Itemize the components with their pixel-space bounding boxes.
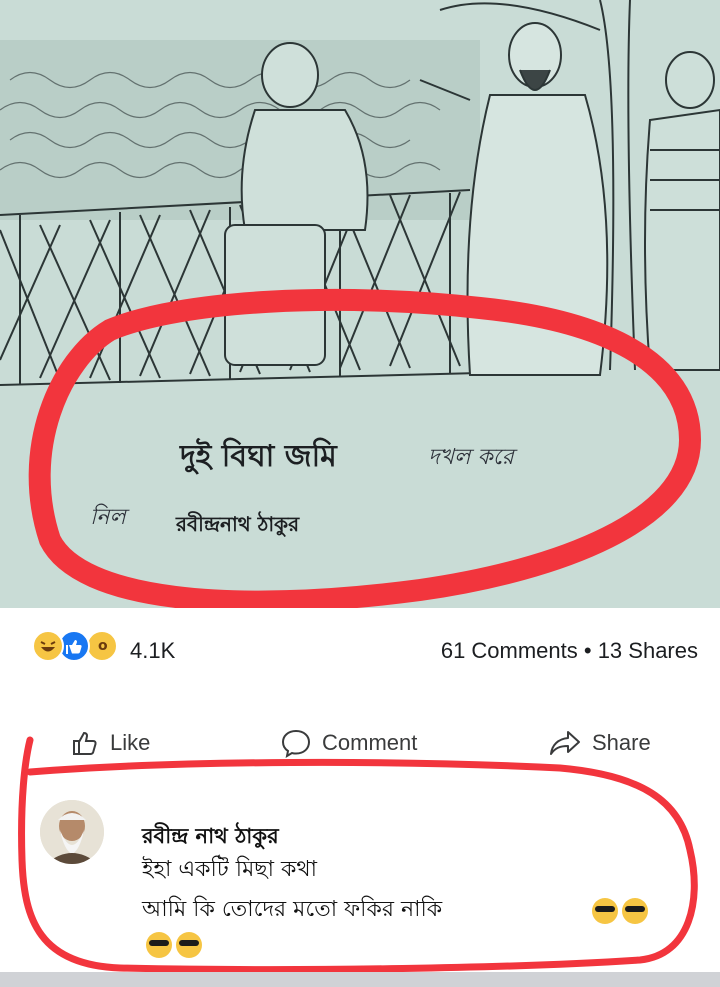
haha-emoji-icon[interactable] xyxy=(32,630,64,662)
bottom-divider xyxy=(0,972,720,987)
comment-text-line-2: আমি কি তোদের মতো ফকির নাকি xyxy=(142,897,443,922)
thumbs-up-icon xyxy=(73,731,97,755)
wow-emoji-icon[interactable]: o xyxy=(86,630,118,662)
speech-bubble-icon xyxy=(281,729,311,758)
comment-button[interactable]: Comment xyxy=(280,728,417,758)
comment-author[interactable]: রবীন্দ্র নাথ ঠাকুর xyxy=(142,820,279,855)
handwritten-prefix: নিল xyxy=(90,505,126,530)
share-label: Share xyxy=(592,730,651,755)
share-button[interactable]: Share xyxy=(548,728,651,758)
comment-label: Comment xyxy=(322,730,418,755)
share-arrow-icon xyxy=(550,731,580,755)
caption-printed: দুই বিঘা জমি xyxy=(180,439,337,474)
like-button[interactable]: Like xyxy=(70,728,150,758)
reactions-count[interactable]: 4.1K xyxy=(130,638,175,664)
comment-text-line-1: ইহা একটি মিছা কথা xyxy=(142,857,318,882)
sunglasses-emoji-icon xyxy=(146,932,172,958)
post-illustration: দুই বিঘা জমি দখল করে নিল রবীন্দ্রনাথ ঠাক… xyxy=(0,0,720,608)
caption-handwritten: দখল করে xyxy=(428,445,514,470)
avatar[interactable] xyxy=(40,800,104,864)
sunglasses-emoji-icon xyxy=(176,932,202,958)
caption-author: রবীন্দ্রনাথ ঠাকুর xyxy=(176,512,300,536)
like-label: Like xyxy=(110,730,151,755)
comments-shares-count[interactable]: 61 Comments • 13 Shares xyxy=(441,638,698,664)
sunglasses-emoji-icon xyxy=(622,898,648,924)
sunglasses-emoji-icon xyxy=(592,898,618,924)
